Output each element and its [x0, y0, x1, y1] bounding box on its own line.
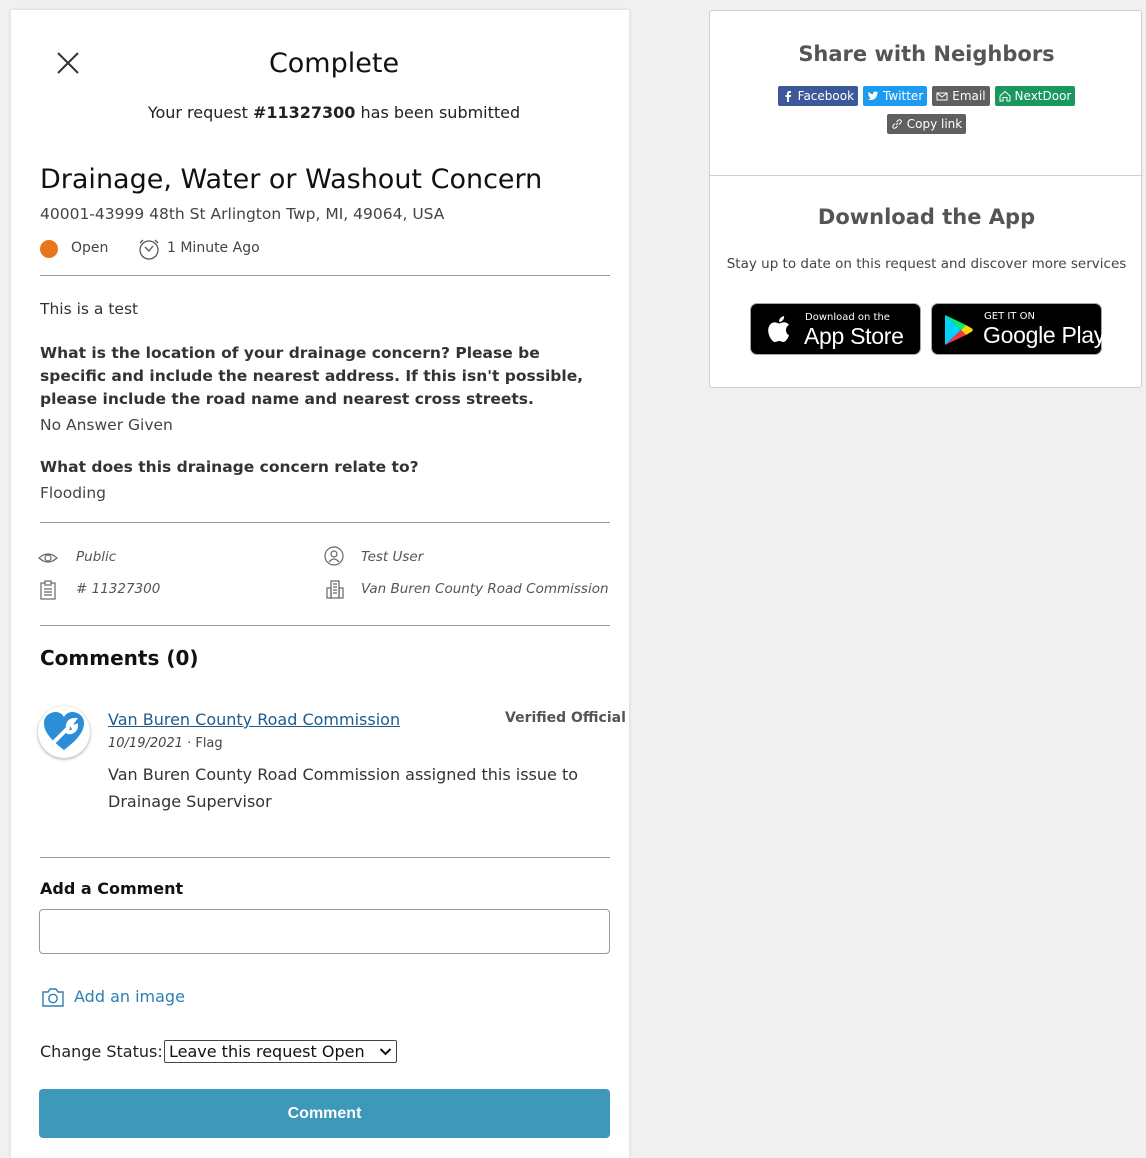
submitted-message: Your request #11327300 has been submitte…	[11, 103, 657, 122]
google-play-big-text: Google Play	[983, 322, 1105, 348]
submitted-suffix: has been submitted	[355, 103, 521, 122]
add-image-link[interactable]: Add an image	[74, 987, 185, 1006]
divider	[40, 522, 610, 523]
avatar	[38, 706, 90, 758]
apple-icon	[768, 316, 789, 343]
comment-meta: 10/19/2021 · Flag	[108, 736, 223, 751]
divider	[40, 857, 610, 858]
comment-meta-separator: ·	[182, 736, 196, 751]
nextdoor-share-button[interactable]: NextDoor	[994, 86, 1076, 106]
copy-link-button[interactable]: Copy link	[886, 114, 967, 134]
question-label: What is the location of your drainage co…	[40, 344, 584, 408]
app-store-big-text: App Store	[804, 323, 904, 349]
twitter-share-button[interactable]: Twitter	[863, 86, 928, 106]
request-title: Drainage, Water or Washout Concern	[40, 164, 543, 195]
email-label: Email	[952, 89, 986, 103]
request-id-text: # 11327300	[76, 581, 161, 597]
submitted-prefix: Your request	[147, 103, 253, 122]
camera-icon[interactable]	[41, 986, 65, 1008]
google-play-badge[interactable]: GET IT ON Google Play	[931, 303, 1105, 355]
divider	[40, 625, 610, 626]
request-description: This is a test	[40, 300, 139, 318]
organization-text: Van Buren County Road Commission	[361, 581, 609, 597]
link-icon	[892, 119, 902, 129]
download-app-heading: Download the App	[817, 205, 1036, 229]
share-heading: Share with Neighbors	[798, 42, 1055, 66]
share-buttons: Facebook Twitter Email NextDoor	[710, 86, 1143, 106]
question-label: What does this drainage concern relate t…	[40, 458, 419, 476]
comment-body: Van Buren County Road Commission assigne…	[108, 765, 578, 811]
twitter-label: Twitter	[883, 89, 924, 103]
nextdoor-label: NextDoor	[1014, 89, 1072, 103]
time-text: 1 Minute Ago	[167, 240, 260, 256]
twitter-icon	[867, 91, 879, 100]
facebook-label: Facebook	[797, 89, 855, 103]
facebook-icon	[785, 91, 791, 102]
email-icon	[936, 92, 948, 101]
answer-value: No Answer Given	[40, 416, 173, 434]
share-panel: Share with Neighbors Facebook Twitter Em…	[709, 10, 1143, 388]
wrench-heart-icon	[44, 712, 84, 750]
status-text: Open	[71, 240, 109, 256]
add-comment-heading: Add a Comment	[40, 879, 184, 898]
visibility-text: Public	[76, 549, 117, 565]
request-address: 40001-43999 48th St Arlington Twp, MI, 4…	[40, 205, 445, 223]
google-play-icon	[945, 315, 973, 345]
google-play-small-text: GET IT ON	[984, 311, 1035, 322]
copy-link-label: Copy link	[906, 117, 963, 131]
flag-link[interactable]: Flag	[195, 736, 222, 751]
app-store-badge[interactable]: Download on the App Store	[750, 303, 921, 355]
copy-row: Copy link	[710, 114, 1143, 134]
answer-value: Flooding	[40, 484, 106, 502]
app-store-small-text: Download on the	[805, 312, 890, 323]
clipboard-icon	[40, 580, 56, 600]
page-title: Complete	[268, 48, 400, 79]
user-text: Test User	[361, 549, 424, 565]
status-select-value: Leave this request Open	[169, 1042, 365, 1061]
email-share-button[interactable]: Email	[932, 86, 990, 106]
comment-button[interactable]: Comment	[39, 1089, 610, 1138]
user-icon	[324, 546, 344, 566]
nextdoor-icon	[999, 90, 1011, 102]
facebook-share-button[interactable]: Facebook	[777, 86, 859, 106]
download-app-subtitle: Stay up to date on this request and disc…	[726, 256, 1127, 272]
eye-icon	[38, 553, 58, 563]
change-status-label: Change Status:	[40, 1042, 163, 1061]
clock-icon	[139, 239, 159, 260]
chevron-down-icon	[379, 1048, 392, 1056]
comments-heading: Comments (0)	[40, 646, 199, 670]
request-number: #11327300	[252, 103, 356, 122]
building-icon	[326, 580, 344, 599]
comment-input[interactable]	[39, 909, 610, 954]
status-select[interactable]: Leave this request Open	[164, 1040, 397, 1063]
verified-badge: Verified Official	[505, 710, 626, 726]
divider	[710, 175, 1143, 176]
status-dot	[40, 240, 58, 258]
comment-date: 10/19/2021	[108, 736, 183, 751]
comment-author-link[interactable]: Van Buren County Road Commission	[108, 710, 400, 729]
divider	[40, 275, 610, 276]
